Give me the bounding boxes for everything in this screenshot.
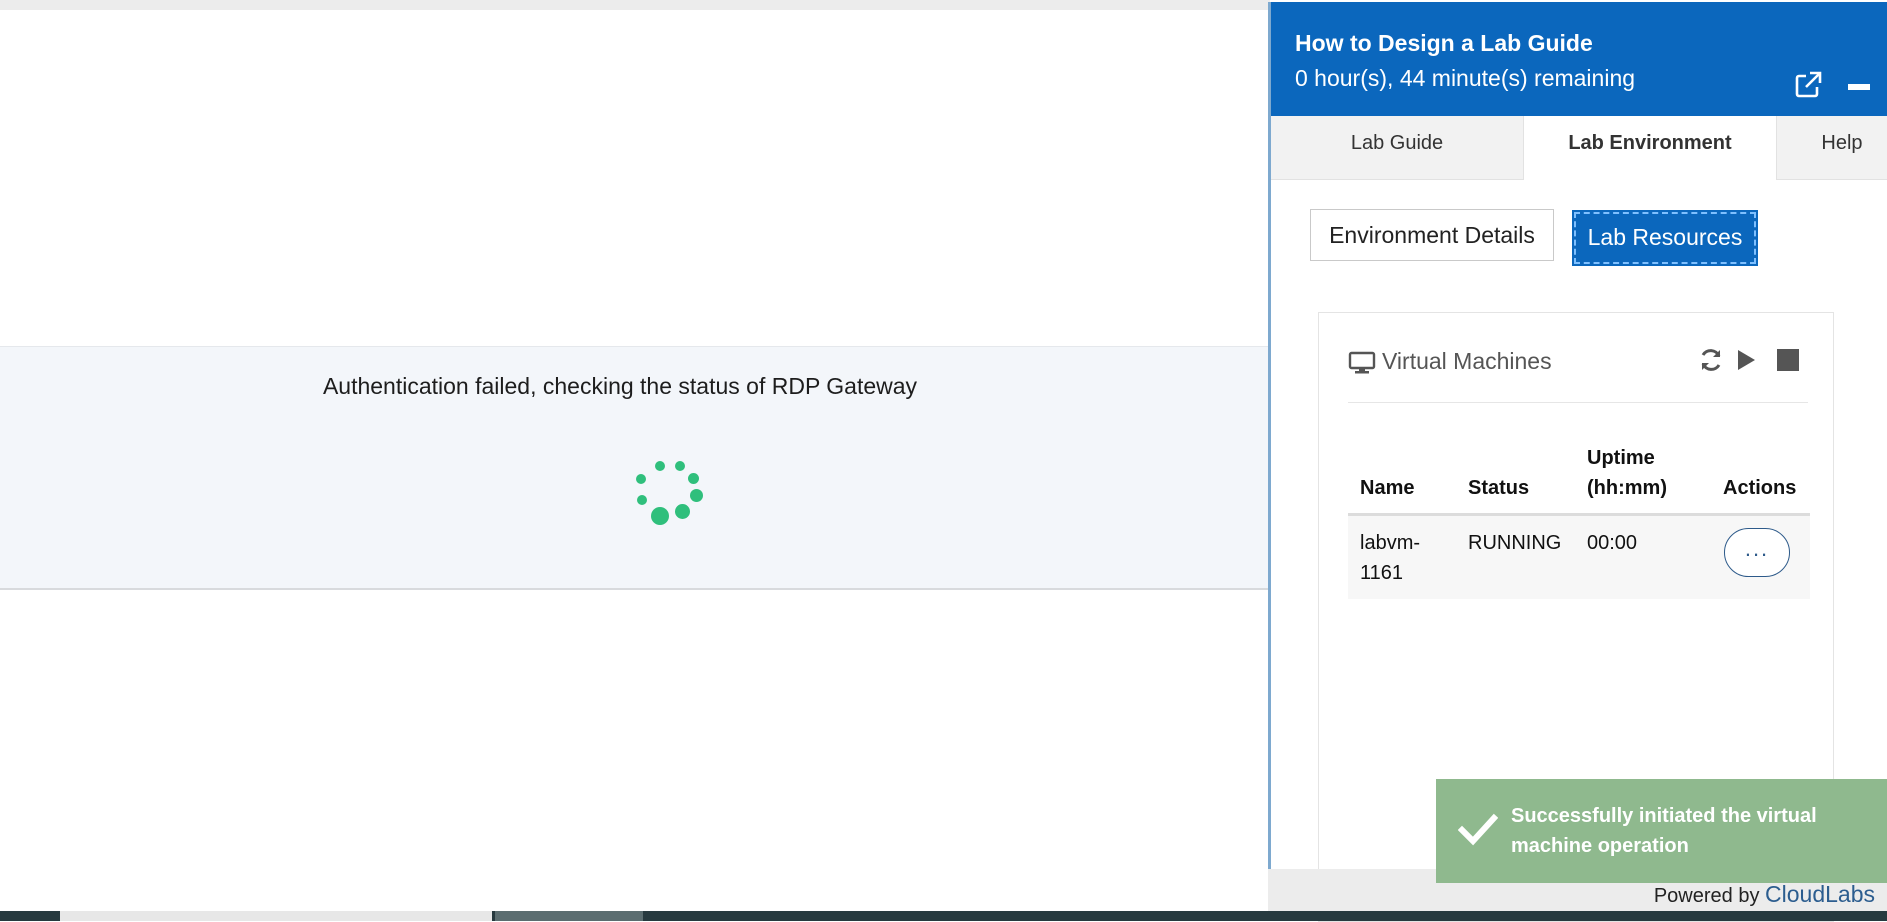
vm-name: labvm- 1161	[1360, 528, 1420, 588]
play-icon[interactable]	[1733, 347, 1759, 373]
success-toast[interactable]: Successfully initiated the virtual machi…	[1436, 779, 1887, 883]
external-link-icon[interactable]	[1793, 70, 1823, 100]
vm-status: RUNNING	[1468, 532, 1562, 554]
spinner-dot	[675, 504, 690, 519]
column-header-actions: Actions	[1723, 477, 1797, 499]
spinner-dot	[688, 473, 699, 484]
minimize-icon[interactable]	[1848, 84, 1870, 90]
time-remaining: 0 hour(s), 44 minute(s) remaining	[1295, 65, 1636, 91]
taskbar-segment	[495, 911, 643, 921]
powered-by: Powered by CloudLabs	[1654, 881, 1875, 908]
spinner-dot	[655, 461, 665, 471]
column-header-uptime: Uptime (hh:mm)	[1587, 443, 1667, 503]
vm-uptime: 00:00	[1587, 532, 1638, 554]
spinner-dot	[690, 489, 703, 502]
vm-section-title: Virtual Machines	[1382, 348, 1552, 374]
monitor-icon	[1348, 351, 1376, 375]
toast-message-line2: machine operation	[1511, 835, 1689, 857]
powered-by-label: Powered by	[1653, 885, 1760, 907]
lab-title: How to Design a Lab Guide	[1295, 30, 1593, 56]
browser-top-strip	[0, 0, 1270, 10]
vm-actions-menu-button[interactable]: ...	[1724, 528, 1790, 577]
panel-tabs: Lab Guide Lab Environment Help	[1271, 116, 1887, 180]
cloudlabs-brand-link[interactable]: CloudLabs	[1765, 881, 1875, 907]
lab-resources-button[interactable]: Lab Resources	[1572, 210, 1758, 266]
column-header-name: Name	[1360, 477, 1415, 499]
taskbar-segment	[60, 911, 492, 921]
stop-icon[interactable]	[1775, 347, 1801, 373]
spinner-dot	[637, 495, 647, 505]
vm-header-divider	[1348, 402, 1808, 403]
checkmark-icon	[1457, 813, 1499, 847]
tab-lab-guide[interactable]: Lab Guide	[1271, 116, 1523, 179]
column-header-uptime-line1: Uptime	[1587, 447, 1655, 469]
spinner-dot	[651, 507, 669, 525]
connection-status-message: Authentication failed, checking the stat…	[322, 373, 918, 399]
toast-message-line1: Successfully initiated the virtual	[1511, 805, 1817, 827]
vm-name-line2: 1161	[1360, 562, 1404, 584]
toast-message: Successfully initiated the virtual machi…	[1511, 801, 1871, 861]
tab-help[interactable]: Help	[1777, 116, 1887, 179]
vm-name-line1: labvm-	[1360, 532, 1421, 554]
column-header-uptime-line2: (hh:mm)	[1587, 477, 1667, 499]
column-header-status: Status	[1468, 477, 1530, 499]
loading-spinner	[628, 461, 708, 541]
tab-lab-environment[interactable]: Lab Environment	[1523, 116, 1777, 180]
panel-header: How to Design a Lab Guide 0 hour(s), 44 …	[1271, 2, 1887, 116]
remote-desktop-area: Authentication failed, checking the stat…	[0, 10, 1268, 910]
spinner-dot	[675, 461, 685, 471]
lab-side-panel: How to Design a Lab Guide 0 hour(s), 44 …	[1268, 2, 1887, 922]
refresh-icon[interactable]	[1698, 347, 1724, 373]
spinner-dot	[636, 474, 646, 484]
taskbar-strip	[0, 911, 1887, 921]
environment-details-button[interactable]: Environment Details	[1310, 209, 1554, 261]
connection-status-band: Authentication failed, checking the stat…	[0, 346, 1268, 590]
